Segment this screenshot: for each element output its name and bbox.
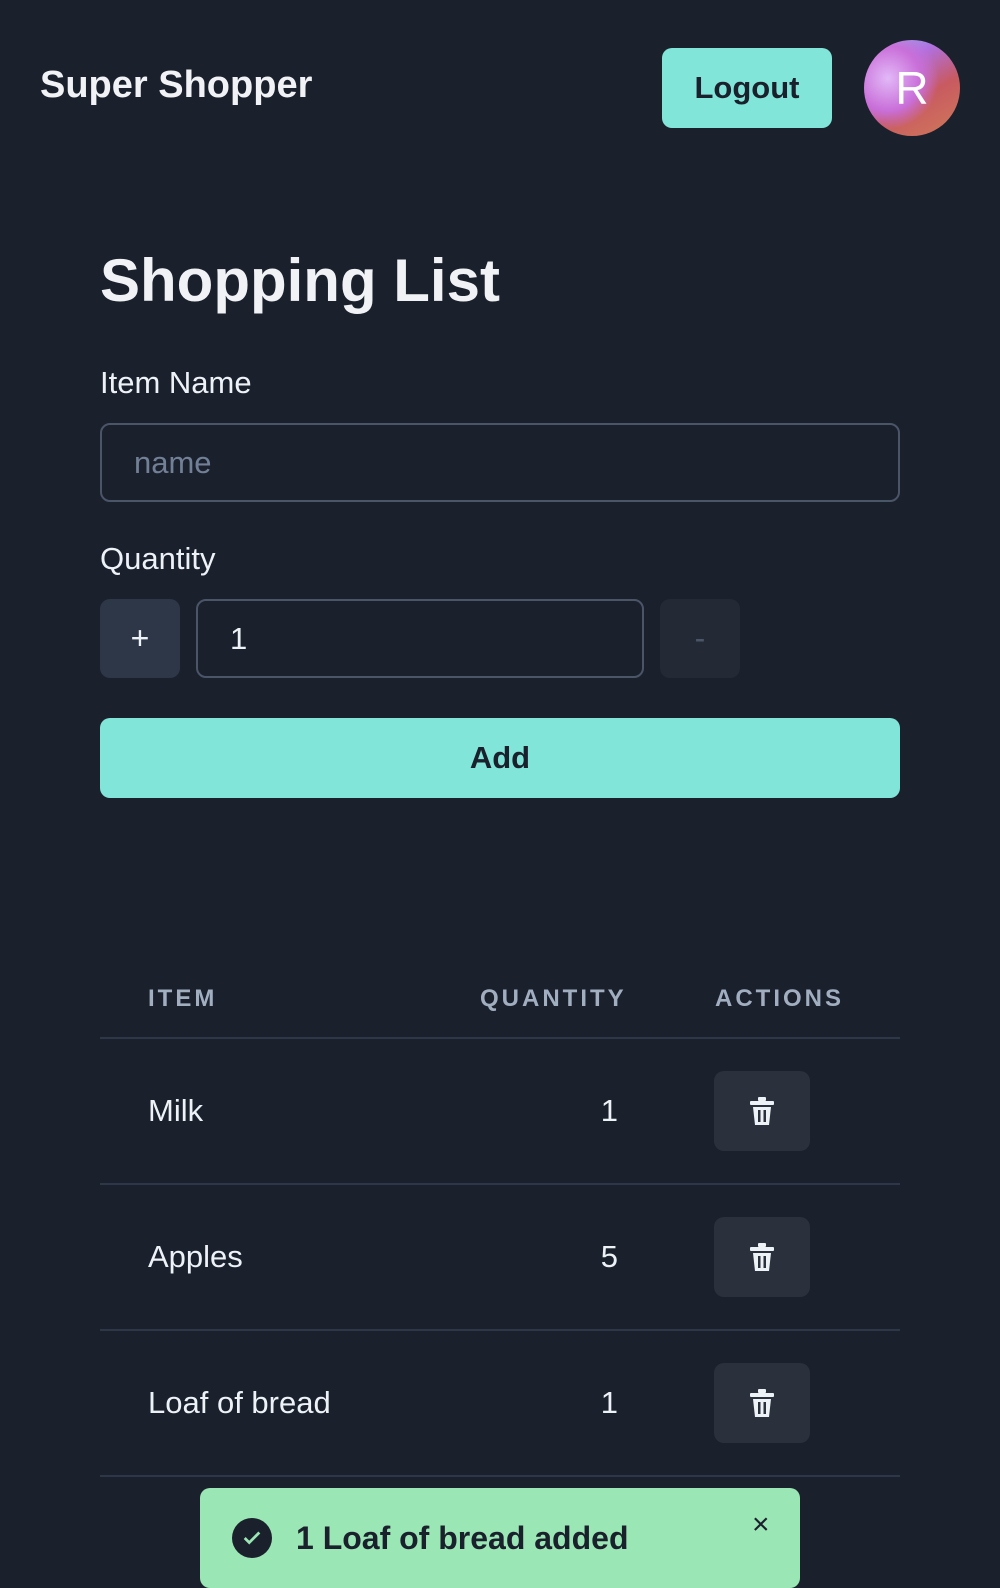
logout-button[interactable]: Logout: [662, 48, 832, 128]
column-header-item: ITEM: [148, 985, 218, 1012]
item-name-cell: Apples: [148, 1239, 243, 1274]
row-divider: [100, 1183, 900, 1185]
quantity-input[interactable]: [196, 599, 644, 678]
check-circle-icon: [232, 1518, 272, 1558]
close-icon[interactable]: ×: [752, 1508, 770, 1542]
avatar[interactable]: R: [864, 40, 960, 136]
avatar-initial: R: [895, 62, 929, 114]
increment-button[interactable]: +: [100, 599, 180, 678]
trash-icon: [750, 1389, 774, 1417]
column-header-actions: ACTIONS: [715, 985, 844, 1012]
delete-button[interactable]: [714, 1071, 810, 1151]
quantity-cell: 1: [600, 1093, 618, 1128]
toast-message: 1 Loaf of bread added: [296, 1520, 629, 1556]
quantity-cell: 1: [600, 1385, 618, 1420]
divider: [100, 1037, 900, 1039]
column-header-quantity: QUANTITY: [480, 985, 627, 1012]
trash-icon: [750, 1243, 774, 1271]
quantity-label: Quantity: [100, 541, 216, 576]
item-name-label: Item Name: [100, 365, 252, 400]
delete-button[interactable]: [714, 1363, 810, 1443]
toast-notification: 1 Loaf of bread added ×: [200, 1488, 800, 1588]
decrement-button[interactable]: -: [660, 599, 740, 678]
row-divider: [100, 1475, 900, 1477]
item-name-cell: Loaf of bread: [148, 1385, 331, 1420]
item-name-input[interactable]: [100, 423, 900, 502]
row-divider: [100, 1329, 900, 1331]
app-brand: Super Shopper: [40, 64, 313, 106]
quantity-cell: 5: [600, 1239, 618, 1274]
add-button[interactable]: Add: [100, 718, 900, 798]
delete-button[interactable]: [714, 1217, 810, 1297]
page-title: Shopping List: [100, 247, 500, 314]
item-name-cell: Milk: [148, 1093, 204, 1128]
trash-icon: [750, 1097, 774, 1125]
